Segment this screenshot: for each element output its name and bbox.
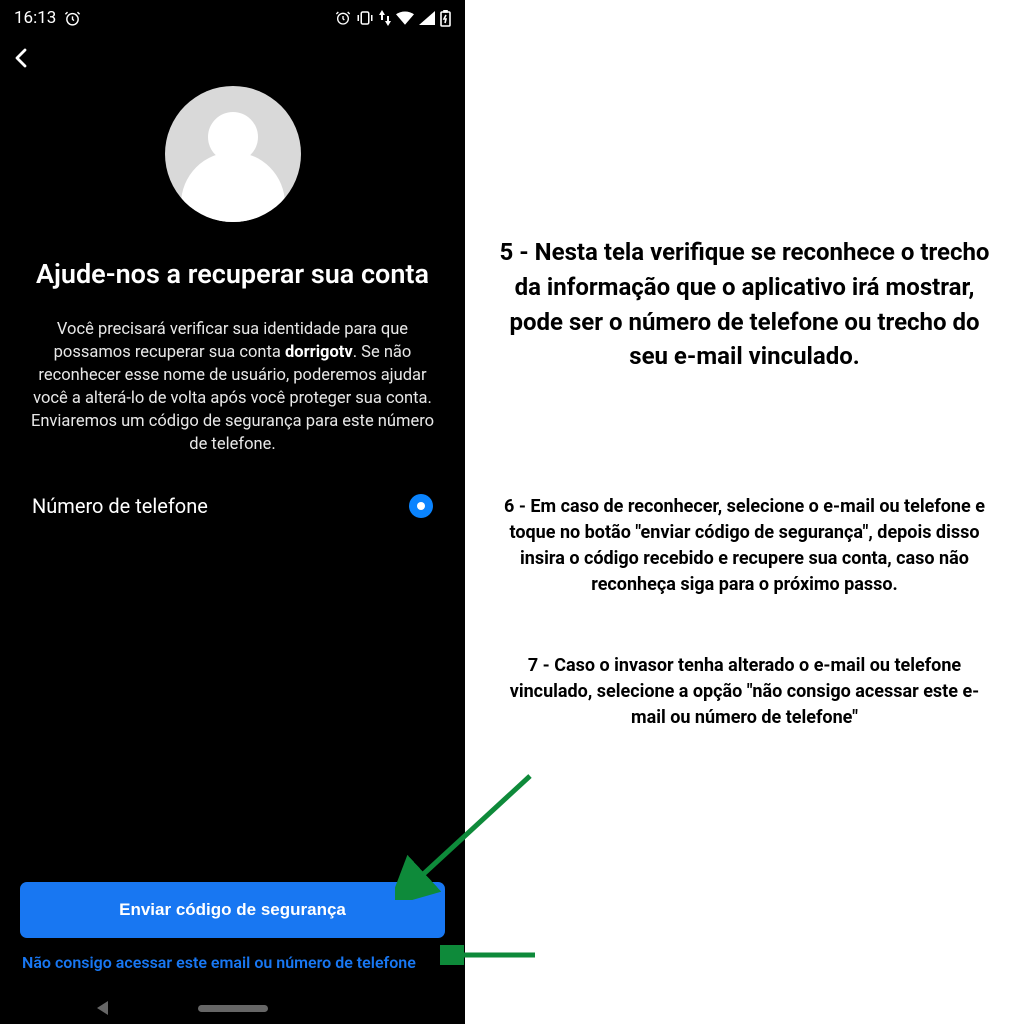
instructions-panel: 5 - Nesta tela verifique se reconhece o …: [465, 0, 1024, 1024]
alarm-icon: [335, 10, 351, 26]
battery-icon: [440, 10, 451, 27]
radio-selected-icon[interactable]: [409, 494, 433, 518]
avatar-placeholder-icon: [165, 86, 301, 222]
signal-icon: [419, 11, 435, 25]
back-button[interactable]: [0, 32, 465, 80]
chevron-left-icon: [10, 46, 34, 70]
alarm-icon: [64, 10, 81, 27]
page-title: Ajude-nos a recuperar sua conta: [0, 258, 465, 292]
instruction-step-5: 5 - Nesta tela verifique se reconhece o …: [499, 235, 990, 374]
android-nav-bar: [0, 986, 465, 1024]
status-time: 16:13: [14, 8, 56, 28]
instruction-step-6: 6 - Em caso de reconhecer, selecione o e…: [499, 494, 990, 598]
send-code-button[interactable]: Enviar código de segurança: [20, 882, 445, 938]
page-description: Você precisará verificar sua identidade …: [0, 318, 465, 457]
nav-home-icon[interactable]: [198, 1005, 268, 1012]
status-left: 16:13: [14, 8, 81, 28]
status-bar: 16:13: [0, 0, 465, 32]
cant-access-link[interactable]: Não consigo acessar este email ou número…: [20, 948, 445, 974]
phone-option-label: Número de telefone: [32, 494, 208, 518]
vibrate-icon: [356, 10, 374, 26]
phone-screenshot: 16:13 Ajude-nos a recuperar sua conta Vo…: [0, 0, 465, 1024]
data-arrows-icon: [379, 10, 391, 26]
instruction-step-7: 7 - Caso o invasor tenha alterado o e-ma…: [499, 653, 990, 731]
wifi-icon: [396, 11, 414, 25]
phone-option-row[interactable]: Número de telefone: [0, 494, 465, 518]
avatar-container: [0, 86, 465, 222]
desc-username: dorrigotv: [285, 343, 353, 362]
status-right: [335, 10, 451, 27]
bottom-actions: Enviar código de segurança Não consigo a…: [0, 882, 465, 986]
nav-back-icon[interactable]: [97, 1001, 108, 1015]
